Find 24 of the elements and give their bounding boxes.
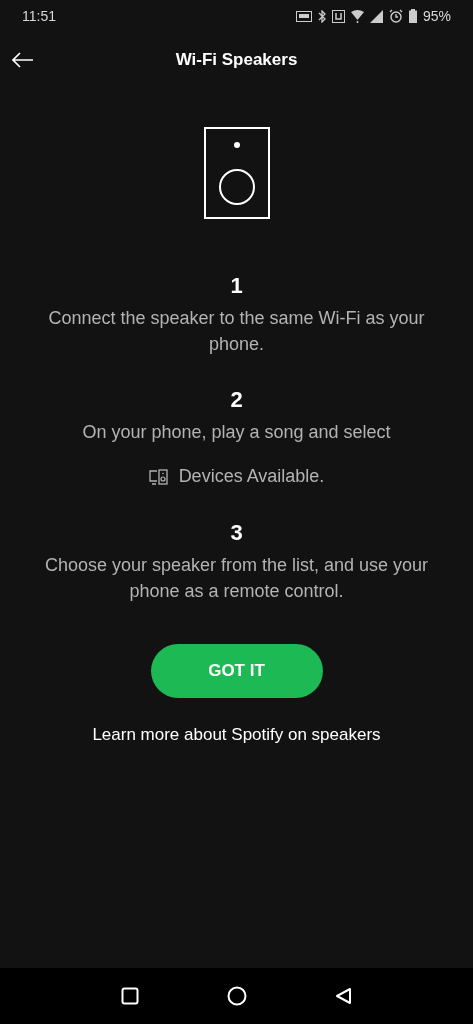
step-number: 2 xyxy=(230,386,243,414)
learn-more-link[interactable]: Learn more about Spotify on speakers xyxy=(92,722,381,748)
battery-icon xyxy=(408,9,417,23)
step-text: Connect the speaker to the same Wi-Fi as your phone. xyxy=(47,307,426,356)
signal-icon xyxy=(369,9,383,23)
status-time: 11:51 xyxy=(22,6,56,26)
hd-voice-icon xyxy=(295,10,312,22)
back-arrow-icon[interactable] xyxy=(12,52,34,68)
back-icon[interactable] xyxy=(334,987,353,1005)
devices-label: Devices Available. xyxy=(178,465,325,488)
alarm-icon xyxy=(388,9,403,23)
nfc-icon xyxy=(331,9,345,23)
step-number: 3 xyxy=(230,519,243,547)
home-icon[interactable] xyxy=(226,986,247,1006)
step-number: 1 xyxy=(230,272,243,300)
recents-icon[interactable] xyxy=(120,987,139,1005)
wifi-icon xyxy=(350,9,364,23)
step-text: Choose your speaker from the list, and use your phone as a remote control. xyxy=(43,554,430,603)
speaker-icon xyxy=(203,127,270,219)
bluetooth-icon xyxy=(317,9,326,23)
battery-percent: 95% xyxy=(422,6,451,26)
step-text: On your phone, play a song and select xyxy=(81,421,392,444)
devices-icon xyxy=(148,467,169,486)
page-title: Wi-Fi Speakers xyxy=(175,49,298,72)
